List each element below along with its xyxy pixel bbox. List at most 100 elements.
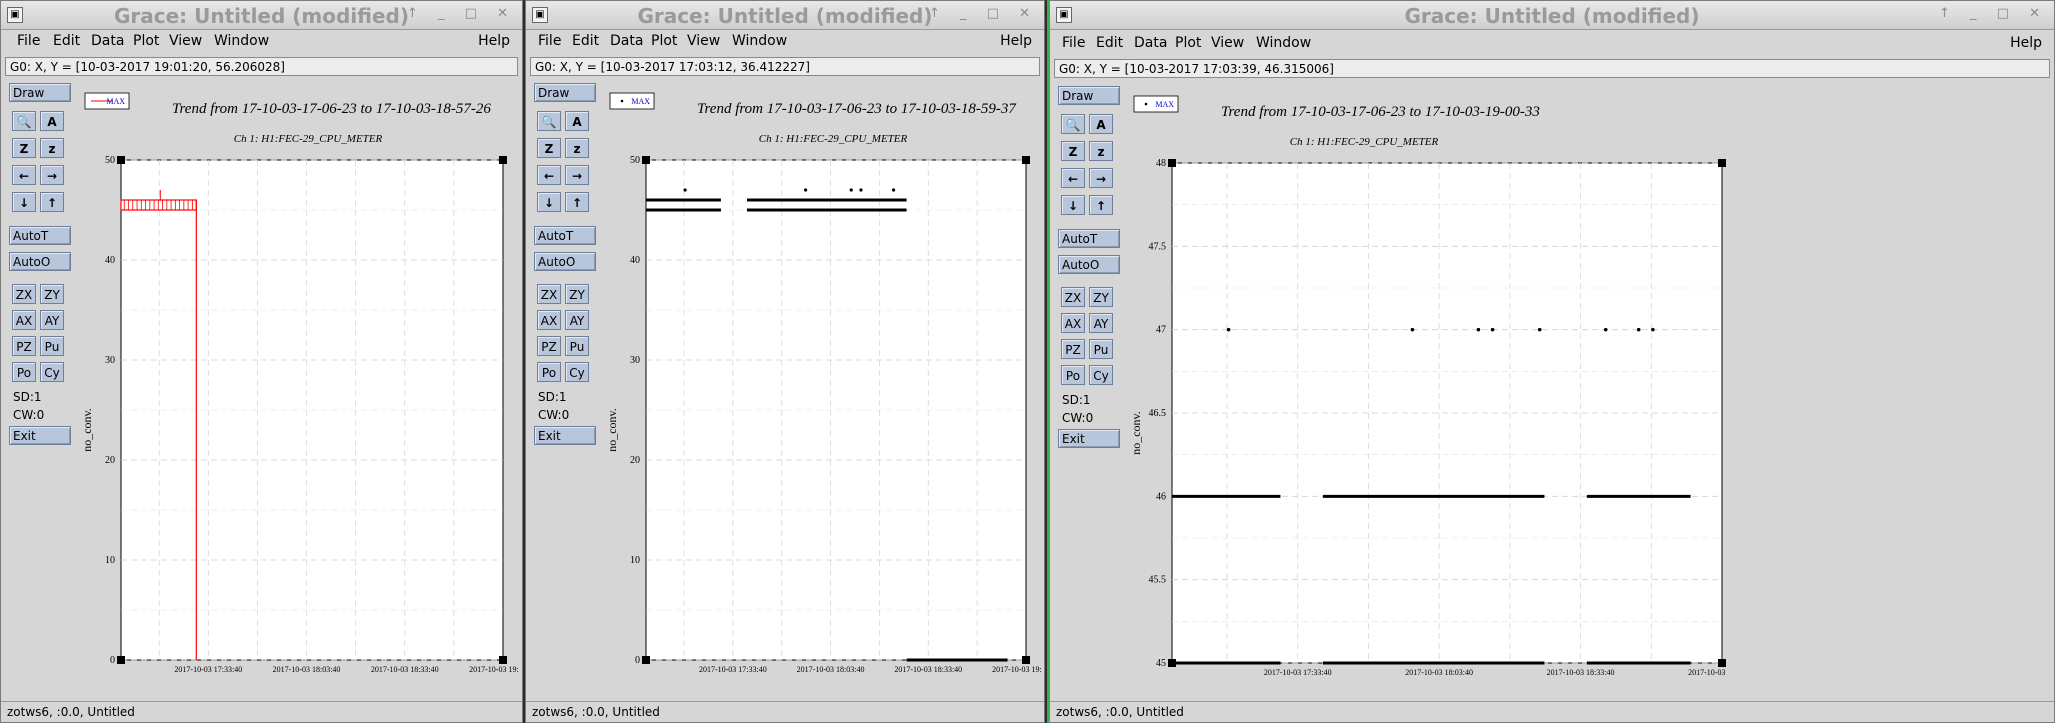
arrow-up-icon[interactable]: ↑ xyxy=(1089,195,1113,215)
cy-button[interactable]: Cy xyxy=(565,362,589,382)
arrow-left-icon[interactable]: ← xyxy=(1061,168,1085,188)
menu-file[interactable]: File xyxy=(1062,35,1085,51)
arrow-up-icon[interactable]: ↑ xyxy=(565,192,589,212)
exit-button[interactable]: Exit xyxy=(9,426,71,445)
menu-help[interactable]: Help xyxy=(478,33,510,49)
menu-plot[interactable]: Plot xyxy=(651,33,677,49)
zx-button[interactable]: ZX xyxy=(537,284,561,304)
zy-button[interactable]: ZY xyxy=(565,284,589,304)
arrow-up-icon[interactable]: ↑ xyxy=(40,192,64,212)
pu-button[interactable]: Pu xyxy=(1089,339,1113,359)
autoscale-icon[interactable]: A xyxy=(565,111,589,131)
plot-canvas[interactable]: MAX Trend from 17-10-03-17-06-23 to 17-1… xyxy=(602,85,1042,701)
pu-button[interactable]: Pu xyxy=(565,336,589,356)
x-tick-label: 2017-10-03 18:33:40 xyxy=(371,665,439,674)
zoom-out-icon[interactable]: z xyxy=(565,138,589,158)
arrow-down-icon[interactable]: ↓ xyxy=(1061,195,1085,215)
menu-plot[interactable]: Plot xyxy=(1175,35,1201,51)
plot-canvas[interactable]: MAX Trend from 17-10-03-17-06-23 to 17-1… xyxy=(77,85,519,701)
po-button[interactable]: Po xyxy=(12,362,36,382)
menu-data[interactable]: Data xyxy=(1134,35,1167,51)
zoom-icon[interactable]: 🔍 xyxy=(12,111,36,131)
ay-button[interactable]: AY xyxy=(565,310,589,330)
po-button[interactable]: Po xyxy=(1061,365,1085,385)
x-tick-label: 2017-10-03 17:33:40 xyxy=(699,665,767,674)
pz-button[interactable]: PZ xyxy=(537,336,561,356)
autoo-button[interactable]: AutoO xyxy=(1058,255,1120,274)
title-bar[interactable]: ▣ Grace: Untitled (modified) ↑ _ □ ✕ xyxy=(526,1,1044,30)
menu-edit[interactable]: Edit xyxy=(1096,35,1123,51)
menu-help[interactable]: Help xyxy=(1000,33,1032,49)
ax-button[interactable]: AX xyxy=(12,310,36,330)
window-controls[interactable]: ↑ _ □ ✕ xyxy=(407,6,516,21)
pu-button[interactable]: Pu xyxy=(40,336,64,356)
menu-window[interactable]: Window xyxy=(214,33,269,49)
menu-view[interactable]: View xyxy=(1211,35,1244,51)
zoom-in-icon[interactable]: Z xyxy=(1061,141,1085,161)
ay-button[interactable]: AY xyxy=(1089,313,1113,333)
zoom-icon[interactable]: 🔍 xyxy=(1061,114,1085,134)
autot-button[interactable]: AutoT xyxy=(534,226,596,245)
zoom-out-icon[interactable]: z xyxy=(1089,141,1113,161)
draw-button[interactable]: Draw xyxy=(534,83,596,102)
status-bar: zotws6, :0.0, Untitled xyxy=(1,701,522,722)
autot-button[interactable]: AutoT xyxy=(1058,229,1120,248)
arrow-right-icon[interactable]: → xyxy=(40,165,64,185)
ax-button[interactable]: AX xyxy=(1061,313,1085,333)
menu-view[interactable]: View xyxy=(687,33,720,49)
draw-button[interactable]: Draw xyxy=(9,83,71,102)
title-bar[interactable]: ▣ Grace: Untitled (modified) ↑ _ □ ✕ xyxy=(1,1,522,30)
title-bar[interactable]: ▣ Grace: Untitled (modified) ↑ _ □ ✕ xyxy=(1050,1,2054,30)
menu-data[interactable]: Data xyxy=(610,33,643,49)
ay-button[interactable]: AY xyxy=(40,310,64,330)
autot-button[interactable]: AutoT xyxy=(9,226,71,245)
menu-data[interactable]: Data xyxy=(91,33,124,49)
corner-handle xyxy=(1718,659,1726,667)
series-max-point xyxy=(683,188,687,192)
autoo-button[interactable]: AutoO xyxy=(9,252,71,271)
sd-label: SD:1 xyxy=(538,390,567,404)
arrow-right-icon[interactable]: → xyxy=(565,165,589,185)
zy-button[interactable]: ZY xyxy=(1089,287,1113,307)
draw-button[interactable]: Draw xyxy=(1058,86,1120,105)
zoom-in-icon[interactable]: Z xyxy=(12,138,36,158)
autoscale-icon[interactable]: A xyxy=(40,111,64,131)
menu-view[interactable]: View xyxy=(169,33,202,49)
menu-window[interactable]: Window xyxy=(1256,35,1311,51)
plot-canvas[interactable]: MAX Trend from 17-10-03-17-06-23 to 17-1… xyxy=(1126,88,1726,701)
menu-help[interactable]: Help xyxy=(2010,35,2042,51)
arrow-right-icon[interactable]: → xyxy=(1089,168,1113,188)
pz-button[interactable]: PZ xyxy=(12,336,36,356)
menu-plot[interactable]: Plot xyxy=(133,33,159,49)
x-tick-label: 2017-10-03 19:03:40 xyxy=(469,665,519,674)
zoom-in-icon[interactable]: Z xyxy=(537,138,561,158)
zx-button[interactable]: ZX xyxy=(12,284,36,304)
cy-button[interactable]: Cy xyxy=(40,362,64,382)
ax-button[interactable]: AX xyxy=(537,310,561,330)
window-controls[interactable]: ↑ _ □ ✕ xyxy=(1939,6,2048,21)
arrow-down-icon[interactable]: ↓ xyxy=(12,192,36,212)
autoscale-icon[interactable]: A xyxy=(1089,114,1113,134)
arrow-left-icon[interactable]: ← xyxy=(12,165,36,185)
exit-button[interactable]: Exit xyxy=(534,426,596,445)
window-controls[interactable]: ↑ _ □ ✕ xyxy=(929,6,1038,21)
zy-button[interactable]: ZY xyxy=(40,284,64,304)
y-tick-label: 50 xyxy=(105,155,115,166)
menu-file[interactable]: File xyxy=(17,33,40,49)
cy-button[interactable]: Cy xyxy=(1089,365,1113,385)
pz-button[interactable]: PZ xyxy=(1061,339,1085,359)
zoom-out-icon[interactable]: z xyxy=(40,138,64,158)
y-tick-label: 10 xyxy=(105,555,115,566)
menu-edit[interactable]: Edit xyxy=(572,33,599,49)
zoom-icon[interactable]: 🔍 xyxy=(537,111,561,131)
arrow-left-icon[interactable]: ← xyxy=(537,165,561,185)
zx-button[interactable]: ZX xyxy=(1061,287,1085,307)
menu-window[interactable]: Window xyxy=(732,33,787,49)
autoo-button[interactable]: AutoO xyxy=(534,252,596,271)
menu-file[interactable]: File xyxy=(538,33,561,49)
corner-handle xyxy=(642,656,650,664)
po-button[interactable]: Po xyxy=(537,362,561,382)
arrow-down-icon[interactable]: ↓ xyxy=(537,192,561,212)
menu-edit[interactable]: Edit xyxy=(53,33,80,49)
exit-button[interactable]: Exit xyxy=(1058,429,1120,448)
